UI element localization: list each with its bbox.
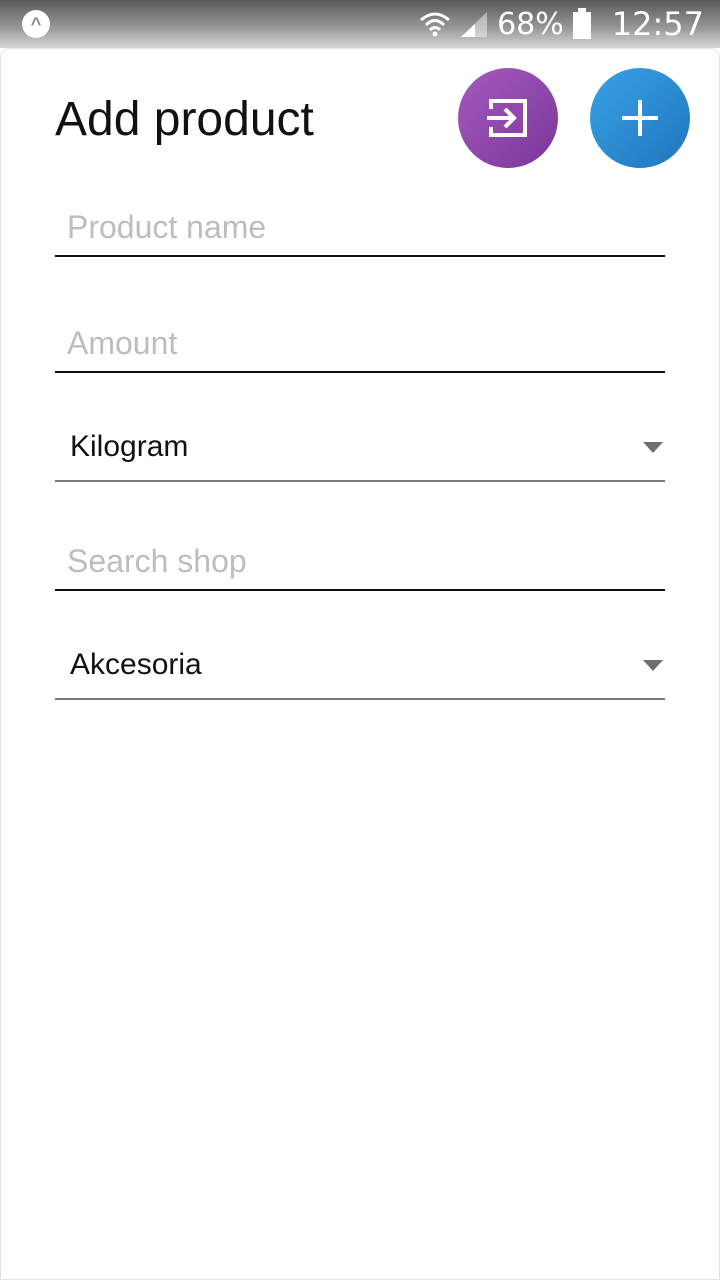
product-name-field <box>55 199 665 257</box>
amount-input[interactable] <box>55 315 657 371</box>
login-icon <box>487 99 527 137</box>
unit-select-value: Kilogram <box>70 430 189 463</box>
unit-select[interactable]: Kilogram <box>55 422 665 482</box>
battery-percent: 68% <box>497 6 564 42</box>
add-product-button[interactable] <box>590 68 690 168</box>
status-time: 12:57 <box>611 5 704 43</box>
status-indicators: 68% 12:57 <box>419 4 704 44</box>
caret-down-icon <box>643 660 663 671</box>
shop-search-input[interactable] <box>55 533 657 589</box>
signal-icon <box>461 12 488 37</box>
page-title: Add product <box>55 93 314 146</box>
status-bar: ^ 68% 12:57 <box>0 0 720 48</box>
app-notification-glyph: ^ <box>30 14 42 34</box>
plus-icon <box>622 100 658 136</box>
product-name-input[interactable] <box>55 199 657 255</box>
category-select[interactable]: Akcesoria <box>55 640 665 700</box>
shop-search-field <box>55 533 665 591</box>
battery-icon <box>572 8 591 39</box>
amount-field <box>55 315 665 373</box>
login-button[interactable] <box>458 68 558 168</box>
caret-down-icon <box>643 442 663 453</box>
category-select-value: Akcesoria <box>70 648 202 681</box>
app-notification-icon: ^ <box>22 10 50 38</box>
wifi-icon <box>420 12 451 37</box>
